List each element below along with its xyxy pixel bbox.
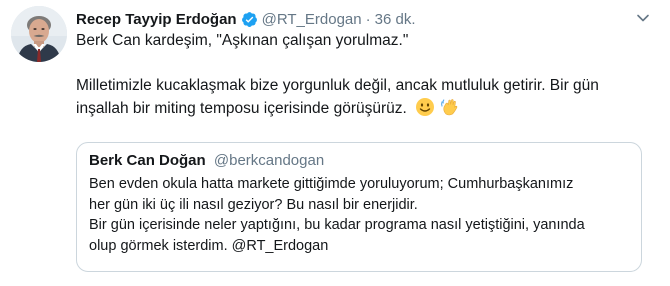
tweet-text-line: inşallah bir miting temposu içerisinde g… bbox=[76, 100, 407, 117]
quoted-text-line: her gün iki üç ili nasıl geziyor? Bu nas… bbox=[89, 196, 418, 213]
author-name[interactable]: Recep Tayyip Erdoğan bbox=[76, 11, 237, 28]
author-handle[interactable]: @RT_Erdogan bbox=[262, 11, 362, 28]
quoted-author-handle: @berkcandogan bbox=[213, 152, 325, 169]
quoted-author-name: Berk Can Doğan bbox=[89, 152, 206, 169]
quoted-text-line: olup görmek isterdim. @RT_Erdogan bbox=[89, 237, 329, 254]
quoted-text-line: Ben evden okula hatta markete gittiğimde… bbox=[89, 176, 574, 192]
tweet-text-line-with-emoji: inşallah bir miting temposu içerisinde g… bbox=[76, 97, 652, 124]
tweet-text-line: Berk Can kardeşim, "Aşkınan çalışan yoru… bbox=[76, 32, 409, 49]
chevron-down-icon[interactable] bbox=[636, 11, 650, 25]
tweet-text-paragraph: Milletimizle kucaklaşmak bize yorgunluk … bbox=[76, 75, 652, 124]
quoted-text-line: Bir gün içerisinde neler yaptığını, bu k… bbox=[89, 217, 585, 233]
avatar-photo bbox=[11, 6, 67, 62]
waving-hand-icon bbox=[440, 97, 460, 124]
separator-dot: · bbox=[365, 10, 371, 28]
tweet-text-line: Milletimizle kucaklaşmak bize yorgunluk … bbox=[76, 77, 599, 94]
tweet: Recep Tayyip Erdoğan @RT_Erdogan · 36 dk… bbox=[0, 0, 670, 286]
avatar[interactable] bbox=[11, 6, 67, 62]
quoted-tweet-header: Berk Can Doğan @berkcandogan bbox=[89, 151, 629, 171]
tweet-header: Recep Tayyip Erdoğan @RT_Erdogan · 36 dk… bbox=[76, 8, 650, 30]
verified-badge-icon bbox=[241, 11, 258, 28]
smiling-face-icon bbox=[415, 97, 435, 124]
quoted-tweet-text: Ben evden okula hatta markete gittiğimde… bbox=[89, 174, 629, 256]
tweet-timestamp[interactable]: 36 dk. bbox=[375, 11, 416, 28]
quoted-tweet[interactable]: Berk Can Doğan @berkcandogan Ben evden o… bbox=[76, 142, 642, 272]
